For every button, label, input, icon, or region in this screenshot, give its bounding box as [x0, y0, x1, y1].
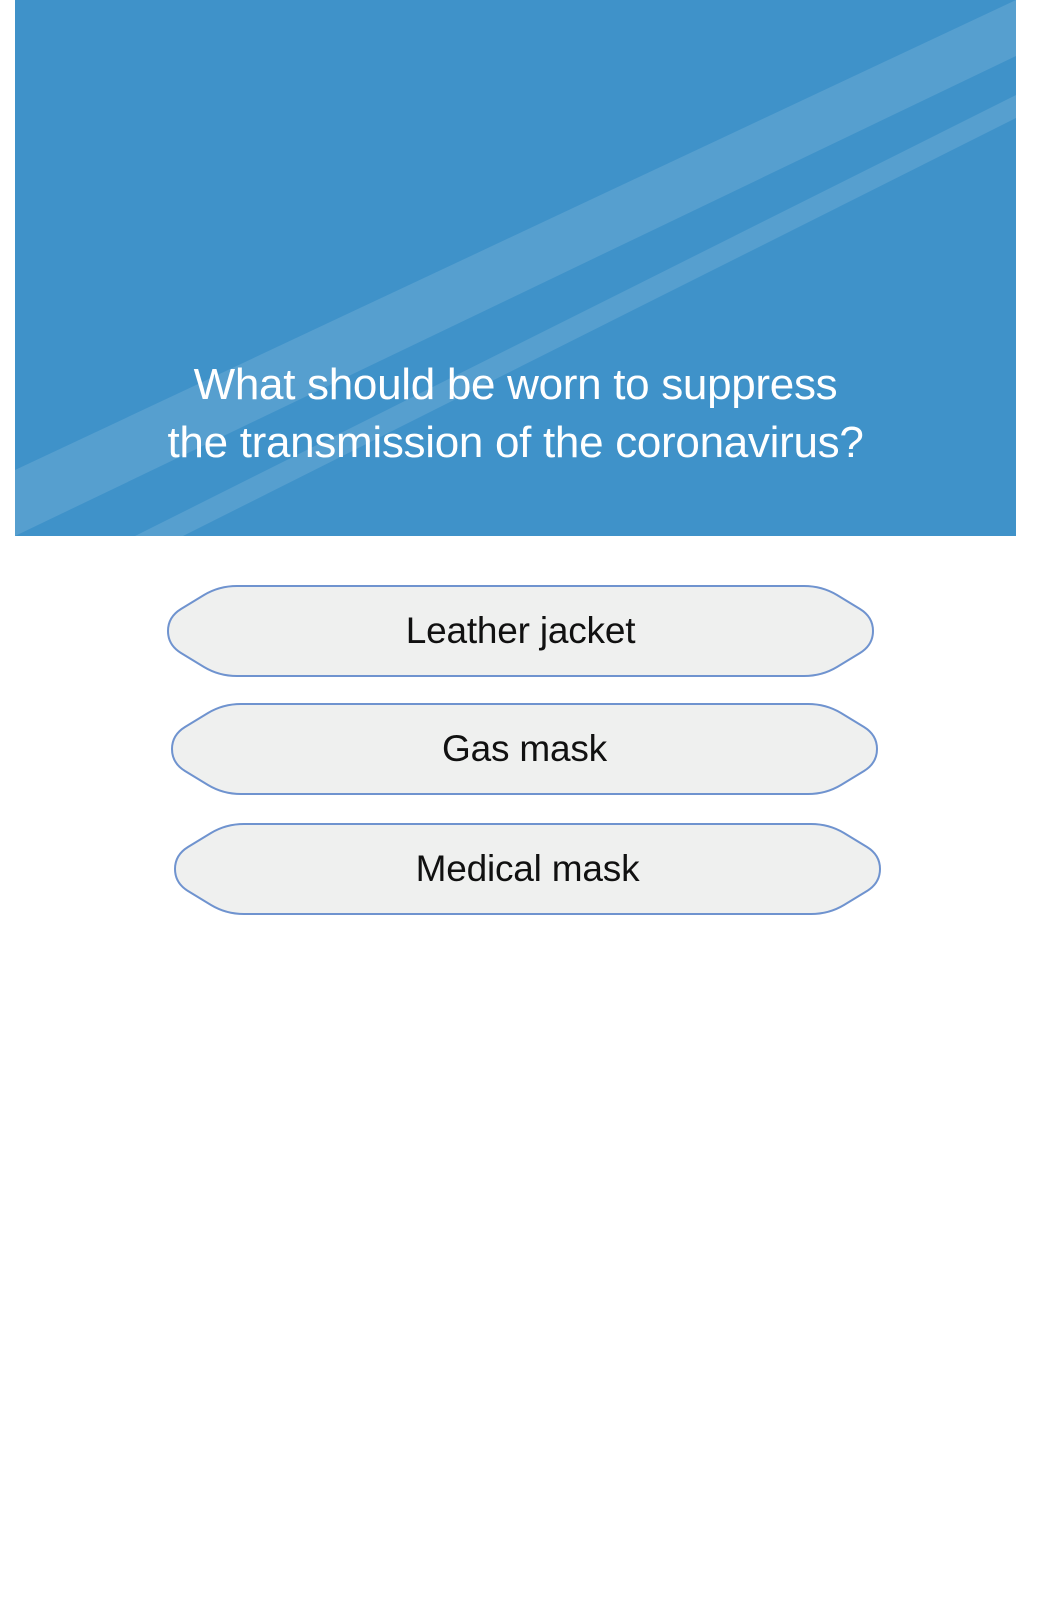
answer-option-medical-mask[interactable]: Medical mask [174, 823, 881, 915]
question-panel: What should be worn to suppress the tran… [15, 0, 1016, 536]
answer-option-gas-mask[interactable]: Gas mask [171, 703, 878, 795]
answer-label: Gas mask [442, 728, 607, 769]
question-line-2: the transmission of the coronavirus? [167, 418, 864, 467]
answer-label: Medical mask [415, 848, 640, 889]
question-line-1: What should be worn to suppress [193, 360, 838, 409]
question-text: What should be worn to suppress the tran… [15, 356, 1016, 472]
answer-option-leather-jacket[interactable]: Leather jacket [167, 585, 874, 677]
answer-label: Leather jacket [405, 610, 636, 651]
